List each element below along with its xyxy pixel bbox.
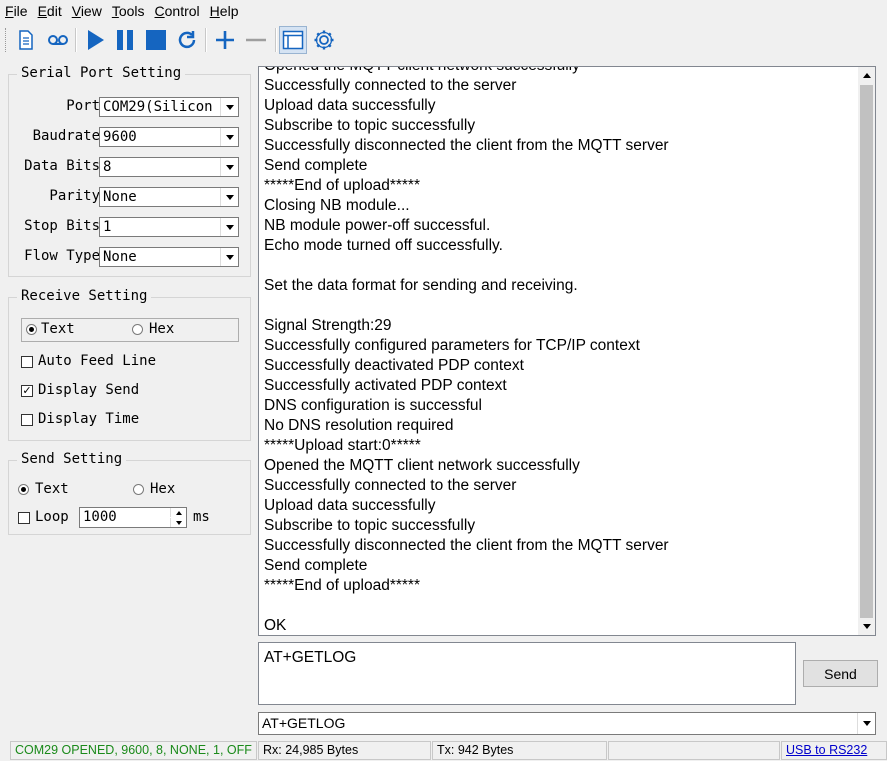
send-input-value: AT+GETLOG: [264, 649, 357, 666]
new-file-icon[interactable]: [12, 26, 40, 54]
toolbar-separator: [75, 28, 77, 52]
send-setting-title: Send Setting: [17, 451, 127, 467]
serial-port-group: Serial Port Setting Port COM29(Silicon L…: [8, 65, 251, 277]
menu-help[interactable]: Help: [205, 0, 244, 22]
status-spacer: [608, 741, 780, 760]
loop-interval-spinner[interactable]: 1000: [79, 507, 187, 528]
receive-text-radio[interactable]: [26, 324, 37, 335]
flowtype-select[interactable]: None: [99, 247, 239, 267]
baudrate-label: Baudrate: [32, 128, 100, 144]
display-time-checkbox[interactable]: [21, 414, 33, 426]
baudrate-value: 9600: [103, 129, 137, 145]
scroll-thumb[interactable]: [860, 85, 873, 619]
stop-icon[interactable]: [142, 26, 170, 54]
port-label: Port: [66, 98, 100, 114]
receive-setting-group: Receive Setting Text Hex Auto Feed Line …: [8, 288, 251, 441]
receive-log-area[interactable]: Opened the MQTT client network successfu…: [258, 66, 876, 636]
receive-text-label: Text: [41, 321, 75, 337]
parity-value: None: [103, 189, 137, 205]
receive-hex-radio[interactable]: [132, 324, 143, 335]
window-icon[interactable]: [279, 26, 307, 54]
status-bar: COM29 OPENED, 9600, 8, NONE, 1, OFF Rx: …: [0, 740, 887, 761]
rx-count: Rx: 24,985 Bytes: [258, 741, 431, 760]
databits-select[interactable]: 8: [99, 157, 239, 177]
gear-icon[interactable]: [310, 26, 338, 54]
port-select[interactable]: COM29(Silicon L: [99, 97, 239, 117]
stopbits-select[interactable]: 1: [99, 217, 239, 237]
chevron-down-icon[interactable]: [220, 248, 238, 266]
stopbits-label: Stop Bits: [24, 218, 100, 234]
chevron-down-icon[interactable]: [857, 713, 875, 734]
receive-mode-frame: Text Hex: [21, 318, 239, 342]
display-send-label: Display Send: [38, 382, 140, 398]
send-setting-group: Send Setting Text Hex Loop 1000 ms: [8, 451, 251, 535]
display-send-checkbox[interactable]: ✓: [21, 385, 33, 397]
record-icon[interactable]: [44, 26, 72, 54]
menu-bar: File Edit View Tools Control Help: [0, 0, 887, 22]
command-history-value: AT+GETLOG: [262, 715, 346, 731]
menu-tools[interactable]: Tools: [107, 0, 150, 22]
serial-port-title: Serial Port Setting: [17, 65, 186, 81]
refresh-icon[interactable]: [173, 26, 201, 54]
toolbar-separator: [205, 28, 207, 52]
baudrate-select[interactable]: 9600: [99, 127, 239, 147]
usb-rs232-link[interactable]: USB to RS232: [781, 741, 887, 760]
loop-unit-label: ms: [193, 509, 210, 525]
pause-icon[interactable]: [111, 26, 139, 54]
send-hex-radio[interactable]: [133, 484, 144, 495]
flowtype-value: None: [103, 249, 137, 265]
spin-up-icon[interactable]: [170, 508, 186, 517]
scroll-up-icon[interactable]: [858, 67, 875, 84]
receive-log-scrollbar[interactable]: [858, 67, 875, 635]
chevron-down-icon[interactable]: [220, 98, 238, 116]
toolbar-grip[interactable]: [5, 28, 9, 52]
loop-interval-value: 1000: [83, 509, 117, 525]
auto-feed-label: Auto Feed Line: [38, 353, 157, 369]
tx-count: Tx: 942 Bytes: [432, 741, 607, 760]
add-icon[interactable]: [211, 26, 239, 54]
send-text-radio[interactable]: [18, 484, 29, 495]
auto-feed-checkbox[interactable]: [21, 356, 33, 368]
stopbits-value: 1: [103, 219, 112, 235]
chevron-down-icon[interactable]: [220, 128, 238, 146]
parity-label: Parity: [49, 188, 100, 204]
remove-icon[interactable]: [242, 26, 270, 54]
loop-checkbox[interactable]: [18, 512, 30, 524]
flowtype-label: Flow Type: [24, 248, 100, 264]
receive-hex-label: Hex: [149, 321, 175, 337]
send-button[interactable]: Send: [803, 660, 878, 687]
loop-label: Loop: [35, 509, 69, 525]
parity-select[interactable]: None: [99, 187, 239, 207]
display-time-label: Display Time: [38, 411, 140, 427]
spin-down-icon[interactable]: [170, 518, 186, 527]
menu-file[interactable]: File: [0, 0, 33, 22]
toolbar-separator: [275, 28, 277, 52]
command-history-select[interactable]: AT+GETLOG: [258, 712, 876, 735]
send-input[interactable]: AT+GETLOG: [258, 642, 796, 705]
receive-setting-title: Receive Setting: [17, 288, 152, 304]
toolbar: [0, 22, 887, 58]
receive-log-text: Opened the MQTT client network successfu…: [264, 67, 669, 634]
connection-status: COM29 OPENED, 9600, 8, NONE, 1, OFF: [10, 741, 257, 760]
databits-label: Data Bits: [24, 158, 100, 174]
menu-control[interactable]: Control: [150, 0, 205, 22]
send-hex-label: Hex: [150, 481, 176, 497]
chevron-down-icon[interactable]: [220, 158, 238, 176]
send-text-label: Text: [35, 481, 69, 497]
menu-edit[interactable]: Edit: [33, 0, 67, 22]
port-value: COM29(Silicon L: [103, 99, 215, 115]
play-icon[interactable]: [81, 26, 109, 54]
scroll-down-icon[interactable]: [858, 618, 875, 635]
menu-view[interactable]: View: [67, 0, 107, 22]
chevron-down-icon[interactable]: [220, 188, 238, 206]
databits-value: 8: [103, 159, 112, 175]
chevron-down-icon[interactable]: [220, 218, 238, 236]
